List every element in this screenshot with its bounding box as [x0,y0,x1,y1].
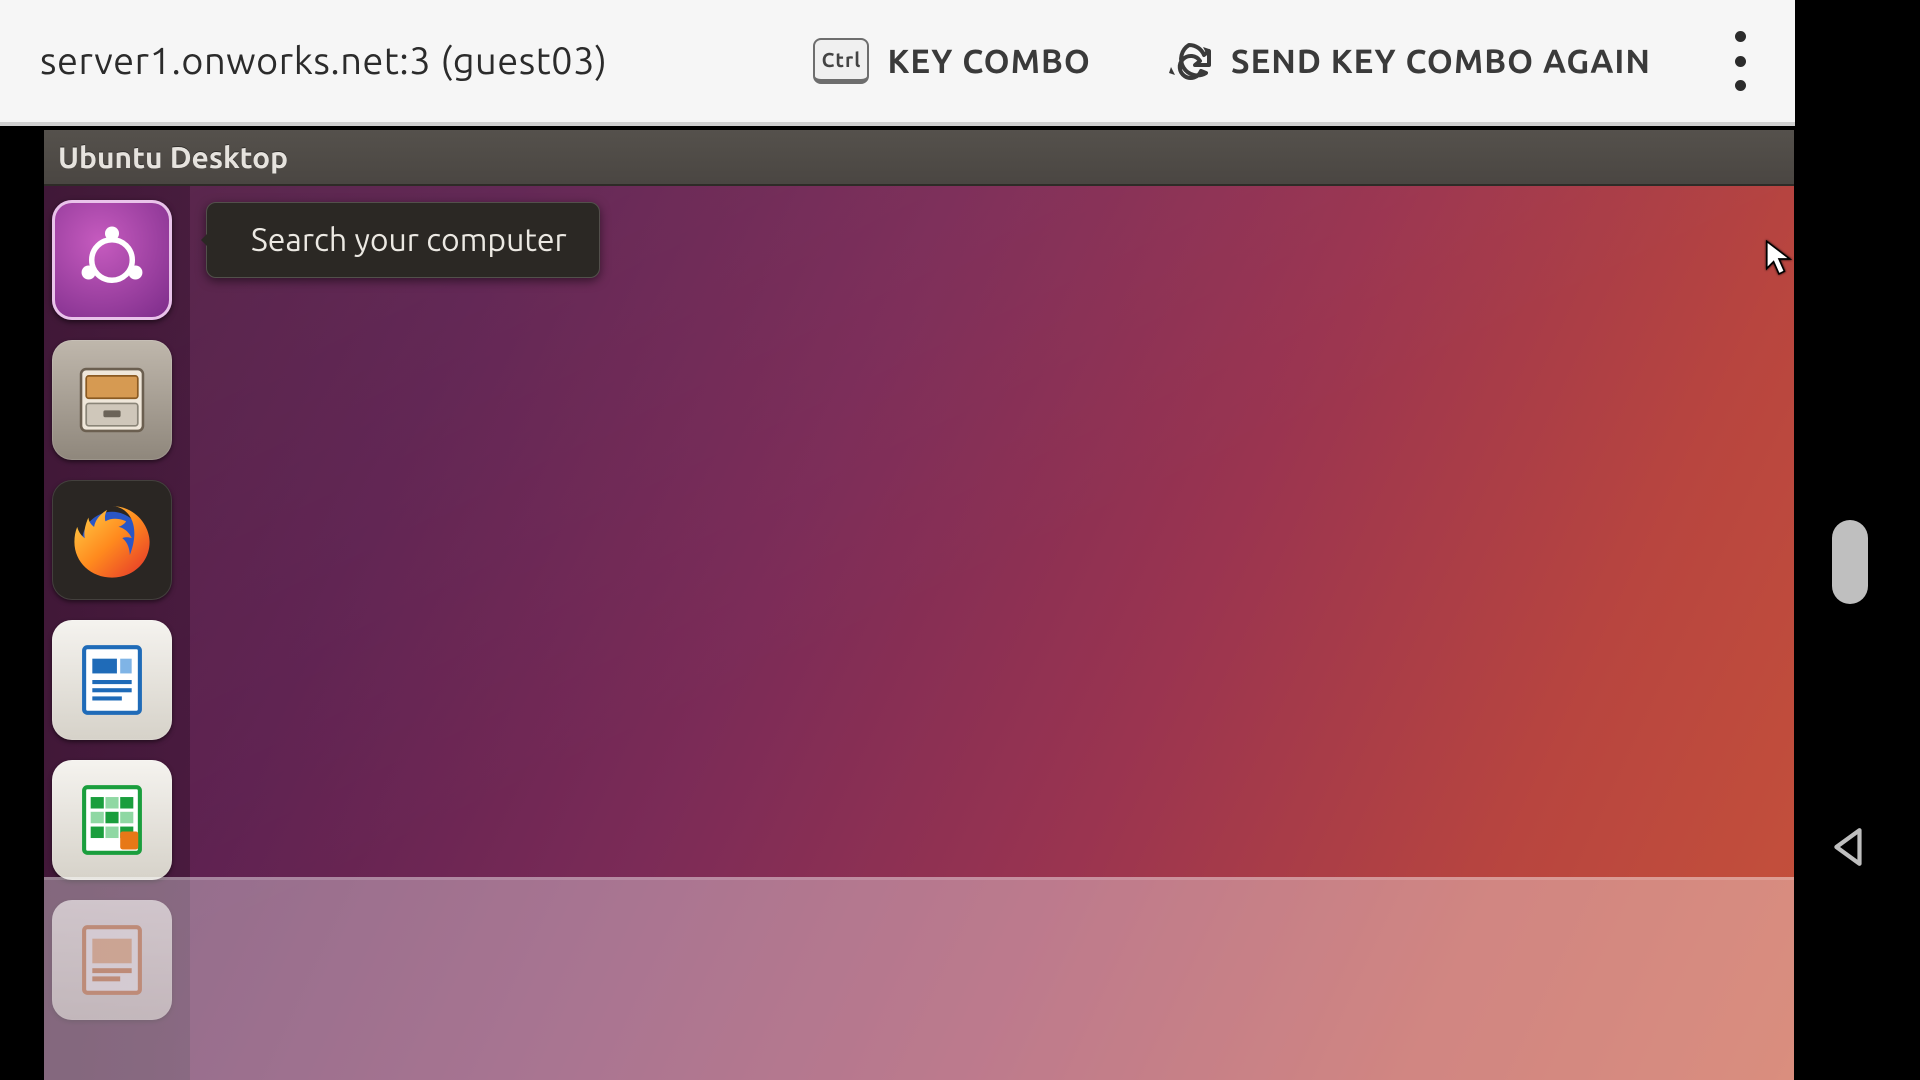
launcher-calc[interactable] [52,760,172,880]
refresh-icon [1165,37,1213,85]
launcher-impress[interactable] [52,900,172,1020]
ubuntu-logo-icon [73,221,151,299]
launcher-files[interactable] [52,340,172,460]
remote-toolbar: server1.onworks.net:3 (guest03) Ctrl KEY… [0,0,1795,126]
ctrl-key-icon: Ctrl [813,38,869,84]
send-key-combo-again-button[interactable]: SEND KEY COMBO AGAIN [1151,26,1665,96]
launcher-firefox[interactable] [52,480,172,600]
overlay-fade [44,880,1794,1080]
remote-desktop-frame: Ubuntu Desktop [0,130,1795,1080]
ubuntu-menubar: Ubuntu Desktop [44,130,1794,186]
ubuntu-menubar-title: Ubuntu Desktop [58,140,288,174]
writer-icon [71,639,153,721]
impress-icon [71,919,153,1001]
key-combo-button[interactable]: Ctrl KEY COMBO [799,26,1104,96]
android-back-button[interactable] [1828,826,1870,872]
key-combo-label: KEY COMBO [887,43,1090,80]
overlay-separator [44,877,1794,880]
send-again-label: SEND KEY COMBO AGAIN [1231,43,1651,80]
calc-icon [71,779,153,861]
device-right-rail [1795,0,1920,1080]
launcher-writer[interactable] [52,620,172,740]
dash-tooltip-text: Search your computer [251,222,567,258]
ubuntu-desktop[interactable]: Search your computer [44,186,1794,1080]
file-cabinet-icon [69,357,155,443]
firefox-icon [65,493,159,587]
mouse-cursor-icon [1764,240,1794,278]
host-label: server1.onworks.net:3 (guest03) [40,40,608,82]
scroll-thumb[interactable] [1832,520,1868,604]
more-menu-button[interactable] [1721,31,1759,91]
dash-tooltip: Search your computer [206,202,600,278]
unity-launcher [44,186,190,1080]
launcher-dash[interactable] [52,200,172,320]
